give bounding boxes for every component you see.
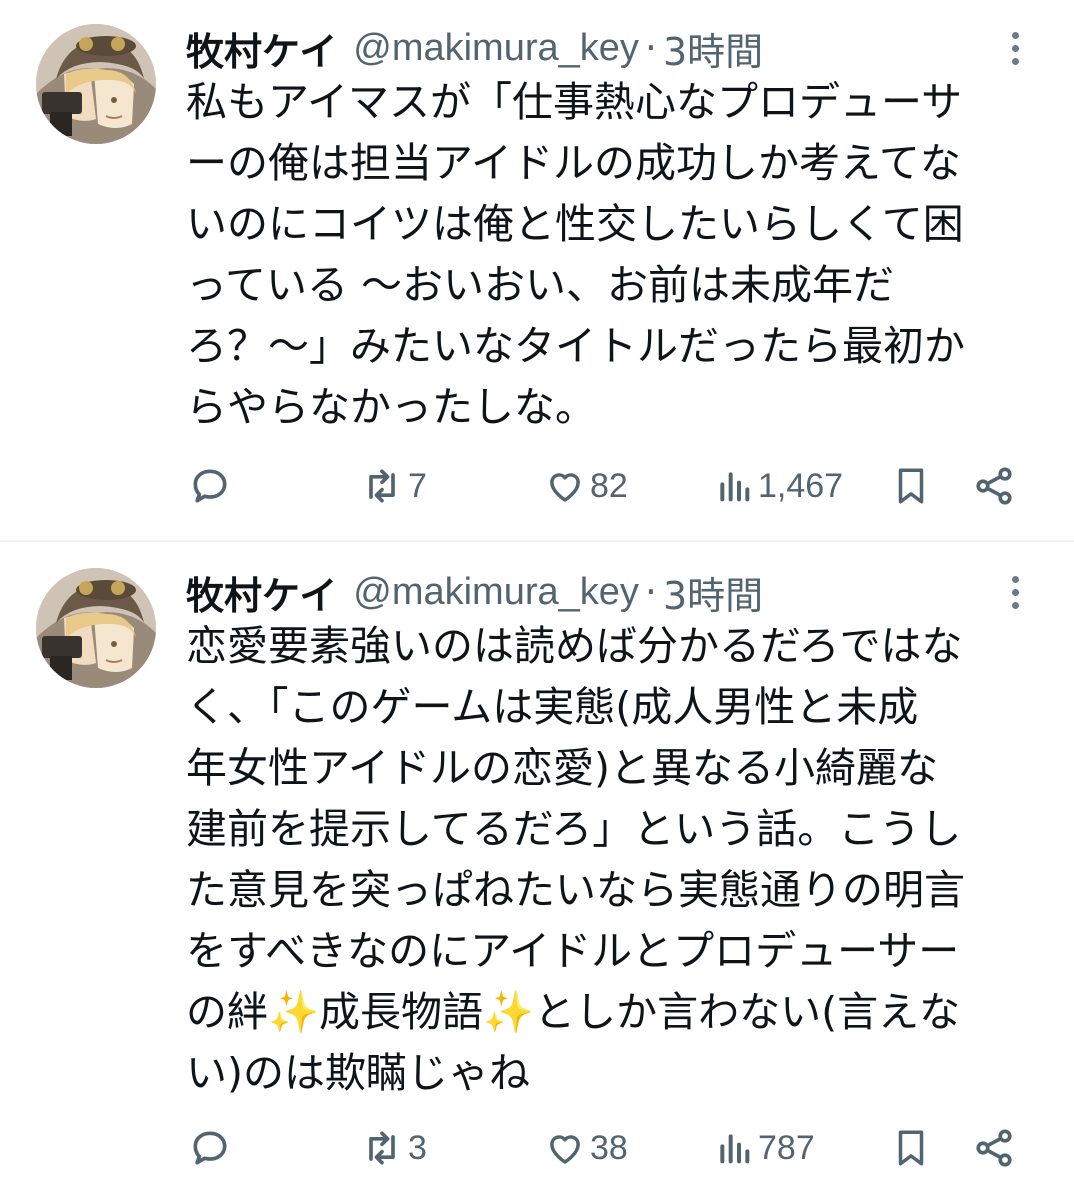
tweet-text-line: 私もアイマスが「仕事熱心なプロデューサ <box>186 78 963 126</box>
more-icon[interactable] <box>1000 562 1030 622</box>
share-button[interactable] <box>972 1118 1016 1178</box>
views-icon <box>720 1134 750 1164</box>
like-count: 38 <box>590 1128 628 1167</box>
tweet-text: 私もアイマスが「仕事熱心なプロデューサ ーの俺は担当アイドルの成功しか考えてな … <box>186 72 1066 438</box>
reply-icon <box>193 469 227 503</box>
tweet-text-line: い)のは欺瞞じゃね <box>186 1049 530 1097</box>
share-icon <box>976 467 1012 505</box>
tweet-text: 恋愛要素強いのは読めば分かるだろではな く、「このゲームは実態(成人男性と未成 … <box>186 616 1066 1104</box>
more-icon[interactable] <box>1000 18 1030 78</box>
tweet-actions: 3 38 787 <box>0 1118 1074 1178</box>
avatar[interactable] <box>36 568 156 688</box>
avatar[interactable] <box>36 24 156 144</box>
timestamp[interactable]: 3時間 <box>663 21 763 76</box>
tweet-text-line: 建前を提示してるだろ」という話。こうし <box>186 805 962 853</box>
tweet-divider <box>0 540 1074 542</box>
author-name[interactable]: 牧村ケイ <box>186 565 337 620</box>
tweet-text-line: た意見を突っぱねたいなら実態通りの明言 <box>186 866 965 914</box>
separator-dot: · <box>644 26 657 70</box>
bookmark-button[interactable] <box>890 1118 932 1178</box>
retweet-icon <box>369 1131 395 1165</box>
views-count: 1,467 <box>758 466 844 505</box>
share-icon <box>976 1129 1012 1167</box>
views-icon <box>720 472 750 502</box>
bookmark-icon <box>898 468 924 504</box>
author-handle[interactable]: @makimura_key <box>353 571 639 614</box>
tweet-text-line: をすべきなのにアイドルとプロデューサー <box>186 927 960 975</box>
tweet-actions: 7 82 1,467 <box>0 456 1074 516</box>
reply-icon <box>193 1131 227 1165</box>
retweet-count: 3 <box>408 1128 427 1167</box>
tweet-text-line: ろ？〜」みたいなタイトルだったら最初か <box>186 322 965 370</box>
retweet-button[interactable]: 7 <box>360 456 427 516</box>
views-count: 787 <box>758 1128 815 1167</box>
like-icon <box>550 1135 580 1164</box>
tweet-text-line: ーの俺は担当アイドルの成功しか考えてな <box>186 139 961 187</box>
like-button[interactable]: 38 <box>544 1118 628 1178</box>
tweet-text-line: いのにコイツは俺と性交したいらしくて困 <box>186 200 964 248</box>
reply-button[interactable] <box>188 1118 232 1178</box>
tweet-text-line: く、「このゲームは実態(成人男性と未成 <box>186 683 919 731</box>
views-button[interactable]: 787 <box>714 1118 815 1178</box>
like-icon <box>550 473 580 502</box>
retweet-count: 7 <box>408 466 427 505</box>
tweet-header: 牧村ケイ @makimura_key · 3時間 <box>186 18 763 78</box>
tweet-text-line: 恋愛要素強いのは読めば分かるだろではな <box>186 622 963 670</box>
author-handle[interactable]: @makimura_key <box>353 27 639 70</box>
retweet-icon <box>369 469 395 503</box>
tweet-header: 牧村ケイ @makimura_key · 3時間 <box>186 562 763 622</box>
bookmark-button[interactable] <box>890 456 932 516</box>
author-name[interactable]: 牧村ケイ <box>186 21 337 76</box>
tweet-text-line: の絆✨成長物語✨としか言わない(言えな <box>186 988 961 1036</box>
like-count: 82 <box>590 466 628 505</box>
separator-dot: · <box>644 570 657 614</box>
tweet-text-line: 年女性アイドルの恋愛)と異なる小綺麗な <box>186 744 938 792</box>
like-button[interactable]: 82 <box>544 456 628 516</box>
share-button[interactable] <box>972 456 1016 516</box>
bookmark-icon <box>898 1130 924 1166</box>
reply-button[interactable] <box>188 456 232 516</box>
views-button[interactable]: 1,467 <box>714 456 843 516</box>
tweet-text-line: っている 〜おいおい、お前は未成年だ <box>186 261 894 309</box>
timestamp[interactable]: 3時間 <box>663 565 763 620</box>
tweet-text-line: らやらなかったしな。 <box>186 383 596 431</box>
retweet-button[interactable]: 3 <box>360 1118 427 1178</box>
